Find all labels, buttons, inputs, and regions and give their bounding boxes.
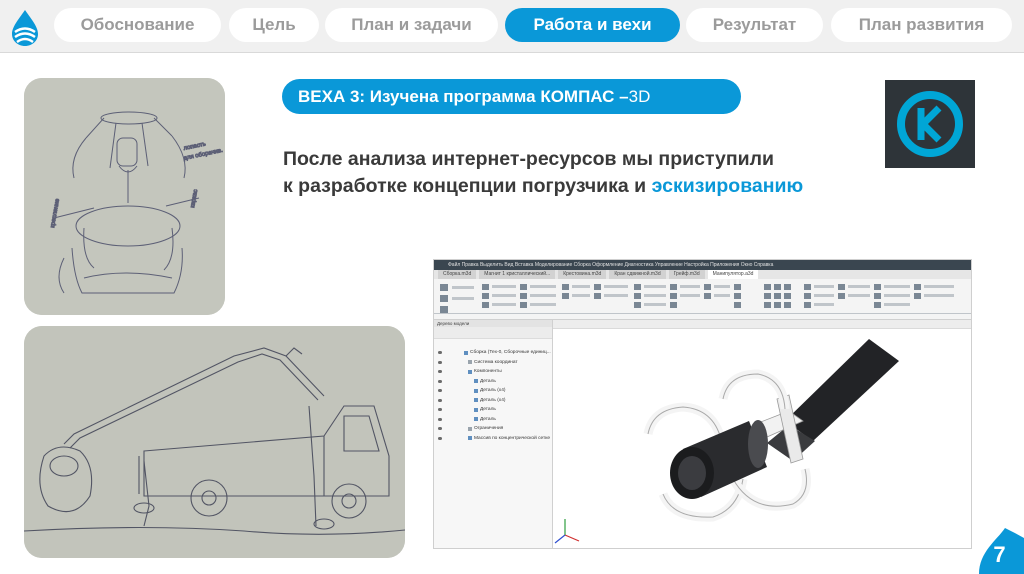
- tree-item[interactable]: Деталь (x4): [434, 386, 552, 396]
- eye-icon[interactable]: [438, 427, 442, 430]
- description-line-1: После анализа интернет-ресурсов мы прист…: [283, 148, 774, 170]
- cad-model-tree: Дерево модели Сборка (Тех-0, Сборочные е…: [434, 320, 553, 548]
- tab-justification[interactable]: Обоснование: [54, 8, 221, 42]
- milestone-label: ВЕХА 3: Изучена программа КОМПАС –: [298, 86, 629, 106]
- page-number-badge: 7: [975, 528, 1024, 574]
- eye-icon[interactable]: [438, 389, 442, 392]
- kompas-cad-screenshot: Файл Правка Выделить Вид Вставка Моделир…: [433, 259, 972, 549]
- milestone-label-suffix: 3D: [628, 86, 651, 106]
- eye-icon[interactable]: [438, 436, 442, 440]
- grabber-3d-model: [554, 339, 899, 544]
- tree-item[interactable]: Деталь (x4): [434, 396, 552, 406]
- description-highlight: эскизированию: [651, 175, 804, 197]
- top-navigation: Обоснование Цель План и задачи Работа и …: [0, 0, 1024, 52]
- part-icon: [474, 398, 478, 402]
- cad-doc-tab[interactable]: Магнит 1 кристаллический...: [479, 270, 556, 279]
- tree-item[interactable]: Компоненты: [434, 367, 552, 377]
- description-text: После анализа интернет-ресурсов мы прист…: [283, 146, 903, 200]
- page-number: 7: [993, 542, 1006, 567]
- milestone-badge: ВЕХА 3: Изучена программа КОМПАС – 3D: [282, 79, 741, 114]
- grabber-sketch-image: лопасть для оборачив. каркас крепление: [24, 78, 225, 315]
- tree-header: Дерево модели: [434, 320, 552, 327]
- description-line-2: к разработке концепции погрузчика и эски…: [283, 173, 903, 200]
- constraint-icon: [468, 426, 472, 431]
- tab-result[interactable]: Результат: [686, 8, 823, 42]
- component-icon: [468, 369, 472, 374]
- tree-item[interactable]: Деталь: [434, 377, 552, 387]
- tree-search[interactable]: [434, 339, 552, 348]
- axes-icon: [468, 360, 472, 364]
- part-icon: [474, 379, 478, 383]
- cad-doc-tab[interactable]: Крестовина.m3d: [558, 270, 607, 279]
- water-drop-logo-icon: [12, 10, 38, 46]
- eye-icon[interactable]: [438, 408, 442, 411]
- viewport-toolbar: [553, 320, 971, 329]
- eye-icon[interactable]: [438, 398, 442, 402]
- tree-item[interactable]: Ограничения: [434, 424, 552, 434]
- eye-icon[interactable]: [438, 370, 442, 373]
- cad-doc-tab[interactable]: Сборка.m3d: [438, 270, 477, 279]
- cad-menu-bar: Файл Правка Выделить Вид Вставка Моделир…: [434, 260, 971, 270]
- tab-development-plan[interactable]: План развития: [831, 8, 1012, 42]
- truck-loader-sketch-image: [24, 326, 405, 558]
- part-icon: [474, 407, 478, 412]
- tree-toolbar: [434, 327, 552, 339]
- eye-icon[interactable]: [438, 379, 442, 383]
- tree-item[interactable]: Сборка (Тех-0, Сборочные единиц...: [434, 348, 552, 358]
- tree-item[interactable]: Деталь: [434, 415, 552, 425]
- description-line-2-prefix: к разработке концепции погрузчика и: [283, 175, 652, 197]
- tree-item[interactable]: Массив по концентрической сетке: [434, 434, 552, 444]
- tab-plan-and-tasks[interactable]: План и задачи: [325, 8, 498, 42]
- eye-icon[interactable]: [438, 360, 442, 364]
- tree-item[interactable]: Система координат: [434, 358, 552, 368]
- kompas-3d-logo-icon: [885, 80, 975, 168]
- tab-work-and-milestones[interactable]: Работа и вехи: [505, 8, 680, 42]
- cad-3d-viewport[interactable]: [553, 320, 971, 548]
- tab-goal[interactable]: Цель: [229, 8, 319, 42]
- eye-icon[interactable]: [438, 417, 442, 421]
- part-icon: [474, 417, 478, 421]
- header-divider: [0, 52, 1024, 53]
- cad-workspace: Дерево модели Сборка (Тех-0, Сборочные е…: [434, 320, 971, 548]
- cad-doc-tab[interactable]: Грейф.m3d: [668, 270, 705, 279]
- array-icon: [468, 436, 472, 440]
- cad-doc-tab[interactable]: Кран сдвижной.m3d: [609, 270, 666, 279]
- cad-doc-tab-active[interactable]: Манипулятор.a3d: [707, 270, 759, 279]
- ribbon-tool-icons: [434, 284, 971, 314]
- eye-icon[interactable]: [438, 351, 442, 354]
- cad-document-tabs: Сборка.m3d Магнит 1 кристаллический... К…: [434, 270, 971, 279]
- part-icon: [474, 388, 478, 393]
- assembly-icon: [464, 350, 468, 355]
- cad-ribbon-toolbar: [434, 279, 971, 320]
- tree-item[interactable]: Деталь: [434, 405, 552, 415]
